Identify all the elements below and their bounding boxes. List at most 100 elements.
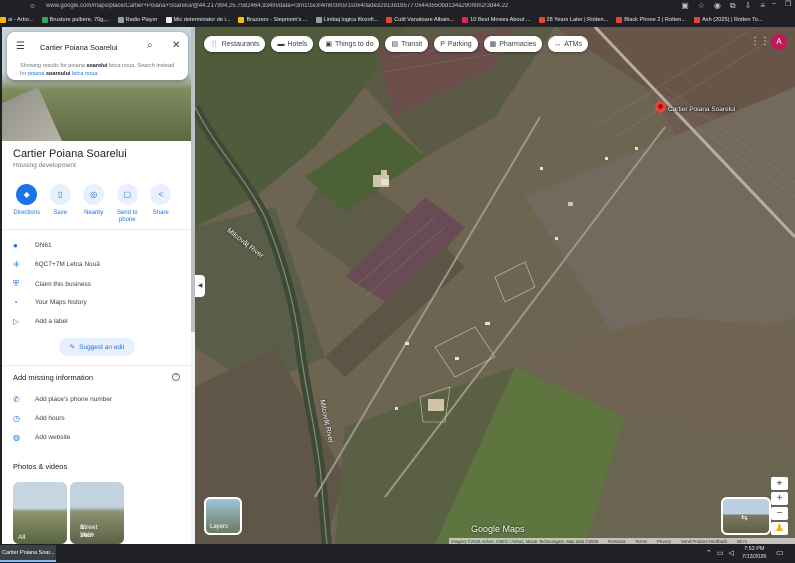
- place-category[interactable]: Housing development: [13, 162, 76, 169]
- label-icon: ▷: [13, 317, 20, 326]
- bookmark-label: Brazzers - Stepmom's ...: [246, 16, 308, 23]
- chip-restaurants[interactable]: 🍴 Restaurants: [204, 36, 266, 52]
- missing-info-title: Add missing information: [13, 373, 94, 382]
- bookmark-favicon-icon: [41, 16, 48, 23]
- street-view-thumbnail[interactable]: ⇆: [721, 497, 771, 535]
- photos-title: Photos & videos: [13, 462, 68, 471]
- nearby-button[interactable]: ◎ Nearby: [77, 184, 111, 224]
- bookmark-item[interactable]: ai - Arbo...: [0, 16, 34, 23]
- site-info-icon[interactable]: ⊙: [30, 3, 38, 10]
- bookmark-item[interactable]: Cutit Vanatoare Albain...: [386, 16, 454, 23]
- zoom-in-button[interactable]: +: [771, 492, 788, 505]
- system-clock[interactable]: 7:53 PM 7/13/2026: [742, 546, 766, 561]
- photo-thumb-street-view[interactable]: Street View & 360°: [70, 482, 124, 544]
- downloads-icon[interactable]: ⇩: [745, 1, 752, 11]
- save-button[interactable]: ▯ Save: [44, 184, 78, 224]
- satellite-map[interactable]: ◀: [195, 27, 795, 544]
- link-bold: soareului: [46, 70, 71, 77]
- clock-date: 7/13/2026: [742, 553, 767, 560]
- suggest-edit-button[interactable]: ✎ Suggest an edit: [59, 338, 135, 356]
- add-website-row[interactable]: ◍ Add website: [13, 433, 70, 442]
- add-phone-row[interactable]: ✆ Add place's phone number: [13, 395, 112, 404]
- system-tray: ⌃ ▭ ◁: [706, 549, 734, 557]
- showing-prefix: Showing results for poiana: [20, 63, 87, 69]
- bookmark-item[interactable]: Limbaj logica filozofi...: [315, 16, 378, 23]
- pin-label[interactable]: Cartier Poiana Soarelui: [668, 106, 735, 113]
- plus-code-row[interactable]: ⁜ 6QC7+7M Letca Nouă: [13, 260, 100, 269]
- bookmark-item[interactable]: 28 Years Later | Rotten...: [538, 16, 608, 23]
- collapse-panel-button[interactable]: ◀: [195, 275, 205, 297]
- divider: [2, 365, 193, 366]
- help-icon[interactable]: ?: [172, 373, 180, 381]
- scrollbar-thumb[interactable]: [191, 27, 195, 332]
- bookmark-item[interactable]: Black Phone 2 | Rotten...: [616, 16, 687, 23]
- panel-scrollbar[interactable]: [191, 27, 195, 544]
- divider: [2, 229, 193, 230]
- bookmark-star-icon[interactable]: ☆: [698, 1, 705, 11]
- menu-icon[interactable]: ≡: [760, 1, 765, 11]
- bookmark-favicon-icon: [386, 16, 393, 23]
- bookmark-item[interactable]: Brazzers - Stepmom's ...: [238, 16, 308, 23]
- bookmark-item[interactable]: Brusture pulbere, 70g,...: [41, 16, 110, 23]
- layers-button[interactable]: Layers: [204, 497, 242, 535]
- search-input[interactable]: Cartier Poiana Soarelui: [40, 43, 118, 52]
- bookmark-item[interactable]: Ash (2025) | Rotten To...: [694, 16, 763, 23]
- clock-time: 7:53 PM: [743, 546, 765, 552]
- bookmark-favicon-icon: [117, 16, 124, 23]
- chip-parking[interactable]: P Parking: [434, 36, 478, 52]
- restore-icon[interactable]: ❐: [781, 0, 795, 8]
- add-hours-row[interactable]: ◷ Add hours: [13, 414, 65, 423]
- chip-label: Parking: [447, 40, 472, 48]
- bookmark-label: Ash (2025) | Rotten To...: [702, 16, 763, 23]
- send-to-phone-button[interactable]: ▢ Send to phone: [111, 184, 145, 224]
- street-view-line-2: & 360°: [80, 524, 94, 539]
- minimize-icon[interactable]: –: [767, 0, 781, 8]
- taskbar-window-item[interactable]: Cartier Poiana Soar...: [0, 545, 56, 562]
- plus-code-icon: ⁜: [13, 260, 20, 269]
- add-label-row[interactable]: ▷ Add a label: [13, 317, 68, 326]
- volume-icon[interactable]: ◁: [729, 549, 734, 557]
- photo-thumb-all[interactable]: All: [13, 482, 67, 544]
- zoom-out-button[interactable]: −: [771, 507, 788, 520]
- address-bar[interactable]: ⊙ www.google.com/maps/place/Cartier+Poia…: [0, 0, 795, 12]
- claim-business-row[interactable]: ⛨ Claim this business: [13, 279, 91, 289]
- profile-icon[interactable]: ◉: [714, 1, 721, 11]
- extensions-icon[interactable]: ⧉: [730, 1, 736, 11]
- bookmark-favicon-icon: [616, 16, 623, 23]
- pegman-icon[interactable]: ♟: [771, 522, 788, 535]
- chip-hotels[interactable]: ▬ Hotels: [271, 36, 314, 52]
- directions-button[interactable]: ◆ Directions: [10, 184, 44, 224]
- hamburger-menu-icon[interactable]: ☰: [16, 41, 25, 52]
- google-apps-icon[interactable]: ⋮⋮: [750, 36, 770, 47]
- notifications-icon[interactable]: ▭: [776, 548, 784, 557]
- bookmark-label: ai - Arbo...: [8, 16, 34, 23]
- account-avatar[interactable]: A: [771, 34, 787, 50]
- location-pin-icon: ●: [13, 241, 18, 250]
- bookmark-item[interactable]: 10 Best Movies About ...: [462, 16, 531, 23]
- chip-atms[interactable]: ↔ ATMs: [548, 36, 588, 52]
- url-text[interactable]: www.google.com/maps/place/Cartier+Poiana…: [46, 3, 556, 9]
- bookmark-item[interactable]: Mic determinator de i...: [165, 16, 230, 23]
- chip-transit[interactable]: ▤ Transit: [385, 36, 429, 52]
- network-icon[interactable]: ▭: [717, 549, 724, 557]
- address-row[interactable]: ● DN61: [13, 241, 52, 250]
- close-icon[interactable]: ✕: [172, 40, 180, 51]
- add-phone-text: Add place's phone number: [35, 396, 113, 403]
- share-icon: <: [150, 184, 172, 205]
- screenshot-icon[interactable]: ▣: [681, 1, 689, 11]
- chip-icon: 🍴: [210, 41, 219, 48]
- search-icon[interactable]: ⌕: [147, 40, 153, 51]
- globe-icon: ◍: [13, 433, 20, 442]
- share-button[interactable]: < Share: [144, 184, 178, 224]
- action-label: Nearby: [84, 210, 104, 216]
- tray-chevron-icon[interactable]: ⌃: [706, 549, 712, 557]
- my-location-icon[interactable]: ⌖: [771, 477, 788, 490]
- maps-history-row[interactable]: ◔ Your Maps history: [13, 298, 87, 307]
- bookmark-label: Black Phone 2 | Rotten...: [624, 16, 687, 23]
- chip-pharmacies[interactable]: ▦ Pharmacies: [483, 36, 543, 52]
- bookmark-item[interactable]: Radio Player: [117, 16, 158, 23]
- search-instead-link[interactable]: poiana soareului letca noua: [28, 71, 97, 77]
- bookmark-label: Radio Player: [125, 16, 158, 23]
- chip-things-to-do[interactable]: ▣ Things to do: [319, 36, 380, 52]
- bookmark-favicon-icon: [694, 16, 701, 23]
